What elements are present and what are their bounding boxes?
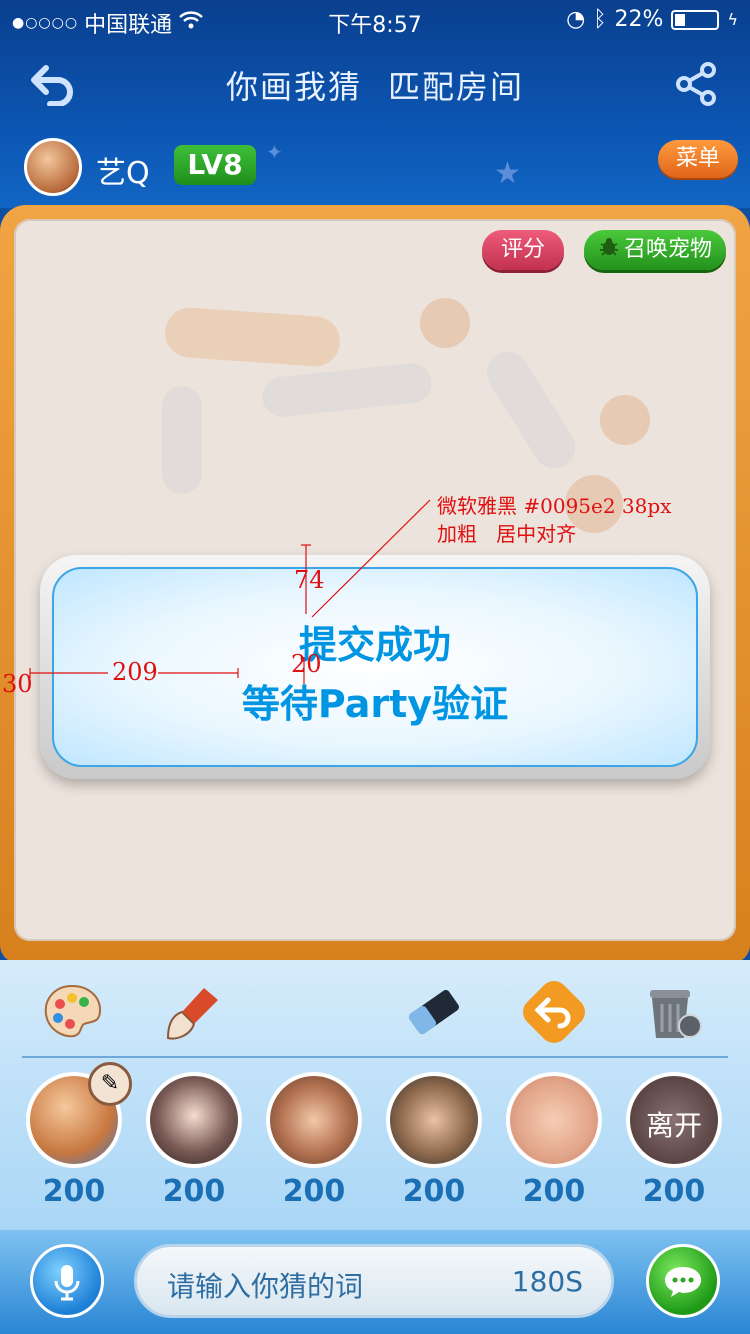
spec-gap-lines: 20 — [291, 650, 322, 678]
palette-icon[interactable] — [40, 980, 104, 1044]
countdown-timer: 180S — [511, 1265, 583, 1298]
microphone-button[interactable] — [30, 1244, 104, 1318]
player-slot[interactable]: 200 — [266, 1072, 362, 1209]
microphone-icon — [52, 1261, 82, 1301]
avatar — [266, 1072, 362, 1168]
player-slot[interactable]: 200 — [506, 1072, 602, 1209]
guess-input-placeholder: 请输入你猜的词 — [167, 1270, 364, 1303]
guess-input[interactable]: 请输入你猜的词 180S — [134, 1244, 614, 1318]
spec-left-text-offset: 209 — [112, 658, 158, 686]
tool-bar — [0, 960, 750, 1060]
spec-left-inset: 30 — [2, 670, 33, 698]
player-slot[interactable]: 200 — [146, 1072, 242, 1209]
undo-icon[interactable] — [522, 980, 586, 1044]
player-score: 200 — [522, 1174, 586, 1209]
brush-icon[interactable] — [160, 980, 224, 1044]
player-slot[interactable]: 200 — [386, 1072, 482, 1209]
avatar — [506, 1072, 602, 1168]
player-slot[interactable]: 离开 200 — [626, 1072, 722, 1209]
eraser-icon[interactable] — [402, 980, 466, 1044]
spec-gap-top: 74 — [294, 566, 325, 594]
avatar — [386, 1072, 482, 1168]
player-score: 200 — [162, 1174, 226, 1209]
player-score: 200 — [402, 1174, 466, 1209]
drawer-brush-icon: ✎ — [88, 1062, 132, 1106]
player-left-label: 离开 — [645, 1109, 702, 1142]
player-score: 200 — [42, 1174, 106, 1209]
trash-icon[interactable] — [640, 980, 704, 1044]
avatar — [146, 1072, 242, 1168]
chat-bubble-icon — [663, 1260, 703, 1300]
chat-button[interactable] — [646, 1244, 720, 1318]
avatar: 离开 — [626, 1072, 722, 1168]
player-score: 200 — [642, 1174, 706, 1209]
player-score: 200 — [282, 1174, 346, 1209]
